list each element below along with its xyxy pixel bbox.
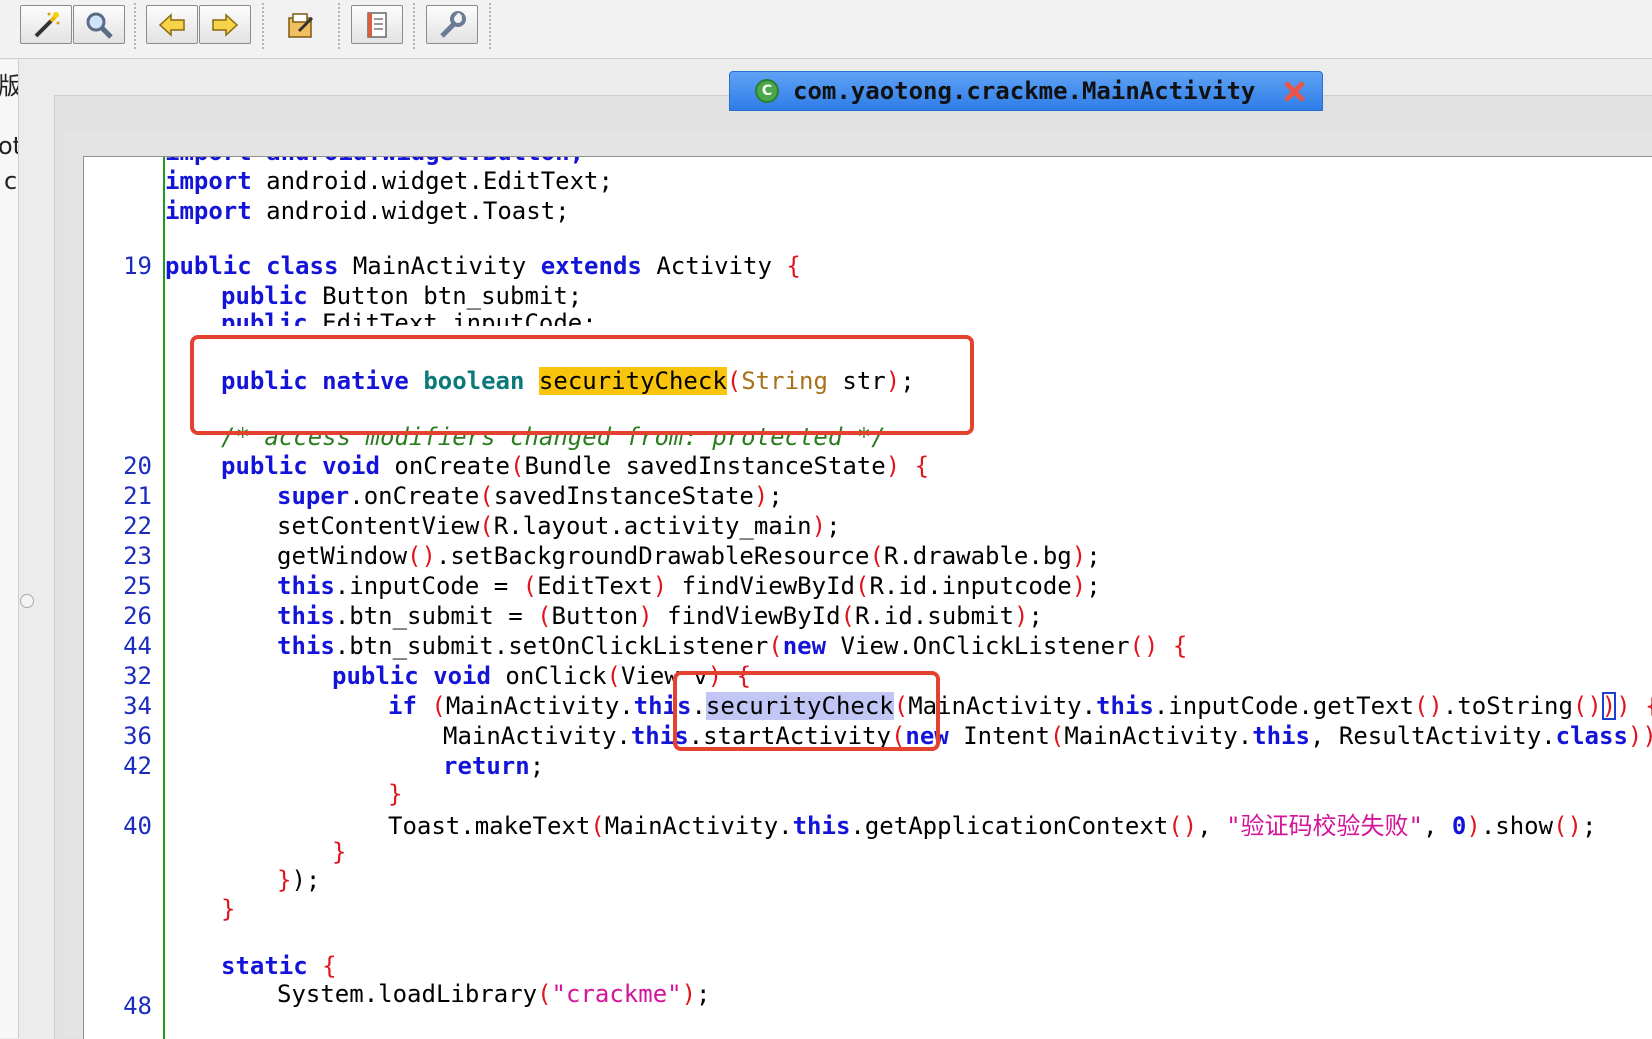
code-line: import android.widget.Toast; (165, 197, 570, 225)
line-number: 20 (123, 452, 152, 480)
forward-arrow-icon (212, 12, 239, 37)
line-number: 34 (123, 692, 152, 720)
annotation-box-native-method (190, 335, 974, 435)
code-line: static { (221, 952, 337, 980)
line-number: 19 (123, 252, 152, 280)
edit-document-icon (288, 12, 314, 38)
code-line: MainActivity.this.startActivity(new Inte… (443, 722, 1652, 750)
code-line: public void onCreate(Bundle savedInstanc… (221, 452, 930, 480)
back-button[interactable] (146, 5, 198, 44)
toolbar-separator (134, 3, 136, 49)
code-line-if-check: if (MainActivity.this.securityCheck(Main… (388, 692, 1652, 720)
left-panel-strip: 版 ot c (0, 60, 19, 1038)
line-number: 25 (123, 572, 152, 600)
code-line: setContentView(R.layout.activity_main); (277, 512, 841, 540)
code-line: this.btn_submit = (Button) findViewById(… (277, 602, 1043, 630)
line-number: 22 (123, 512, 152, 540)
code-line: return; (443, 752, 545, 780)
search-button[interactable] (73, 5, 125, 44)
close-icon[interactable] (1281, 78, 1307, 104)
code-line: } (332, 838, 347, 866)
gutter-line (163, 157, 165, 1039)
code-line: Toast.makeText(MainActivity.this.getAppl… (388, 812, 1597, 840)
code-line: getWindow().setBackgroundDrawableResourc… (277, 542, 1101, 570)
code-line: } (388, 780, 403, 808)
search-icon (86, 12, 113, 39)
edit-button[interactable] (275, 5, 327, 44)
toolbar-separator (489, 3, 491, 49)
code-line: this.btn_submit.setOnClickListener(new V… (277, 632, 1188, 660)
line-number: 48 (123, 992, 152, 1020)
log-button[interactable] (351, 5, 403, 44)
magic-wand-button[interactable] (20, 5, 72, 44)
toolbar-separator (413, 3, 415, 49)
left-panel-text: ot (0, 132, 18, 160)
forward-button[interactable] (199, 5, 251, 44)
magic-wand-icon (34, 11, 60, 37)
code-line: import android.widget.EditText; (165, 167, 613, 195)
code-line: public Button btn_submit; (221, 282, 583, 310)
code-line: super.onCreate(savedInstanceState); (277, 482, 783, 510)
line-number: 36 (123, 722, 152, 750)
toolbar-separator (338, 3, 340, 49)
toolbar-separator (262, 3, 264, 49)
line-number: 40 (123, 812, 152, 840)
log-document-icon (367, 11, 387, 38)
code-line: public EditText inputCode; (221, 309, 597, 326)
settings-button[interactable] (426, 5, 478, 44)
code-line: this.inputCode = (EditText) findViewById… (277, 572, 1101, 600)
line-number: 42 (123, 752, 152, 780)
bracket-match-cursor: ) (1601, 692, 1617, 720)
class-icon: C (755, 79, 779, 103)
line-number: 44 (123, 632, 152, 660)
settings-wrench-icon (440, 10, 466, 38)
back-arrow-icon (158, 12, 185, 37)
left-panel-text: c (4, 167, 18, 195)
code-line: public class MainActivity extends Activi… (165, 252, 801, 280)
annotation-box-security-check-call (673, 671, 940, 751)
splitter-handle[interactable] (20, 594, 34, 608)
left-panel-text: 版 (0, 66, 18, 101)
line-number: 23 (123, 542, 152, 570)
tab-main-activity[interactable]: C com.yaotong.crackme.MainActivity (729, 71, 1323, 111)
toolbar (0, 0, 1652, 59)
line-number: 26 (123, 602, 152, 630)
line-number: 21 (123, 482, 152, 510)
code-line: }); (277, 866, 321, 894)
code-editor[interactable]: 19 20 21 22 23 25 26 44 32 34 36 42 40 4… (83, 156, 1652, 1039)
line-number: 32 (123, 662, 152, 690)
tab-title: com.yaotong.crackme.MainActivity (793, 77, 1256, 105)
code-line: System.loadLibrary("crackme"); (277, 980, 711, 1008)
code-line: } (221, 895, 236, 923)
